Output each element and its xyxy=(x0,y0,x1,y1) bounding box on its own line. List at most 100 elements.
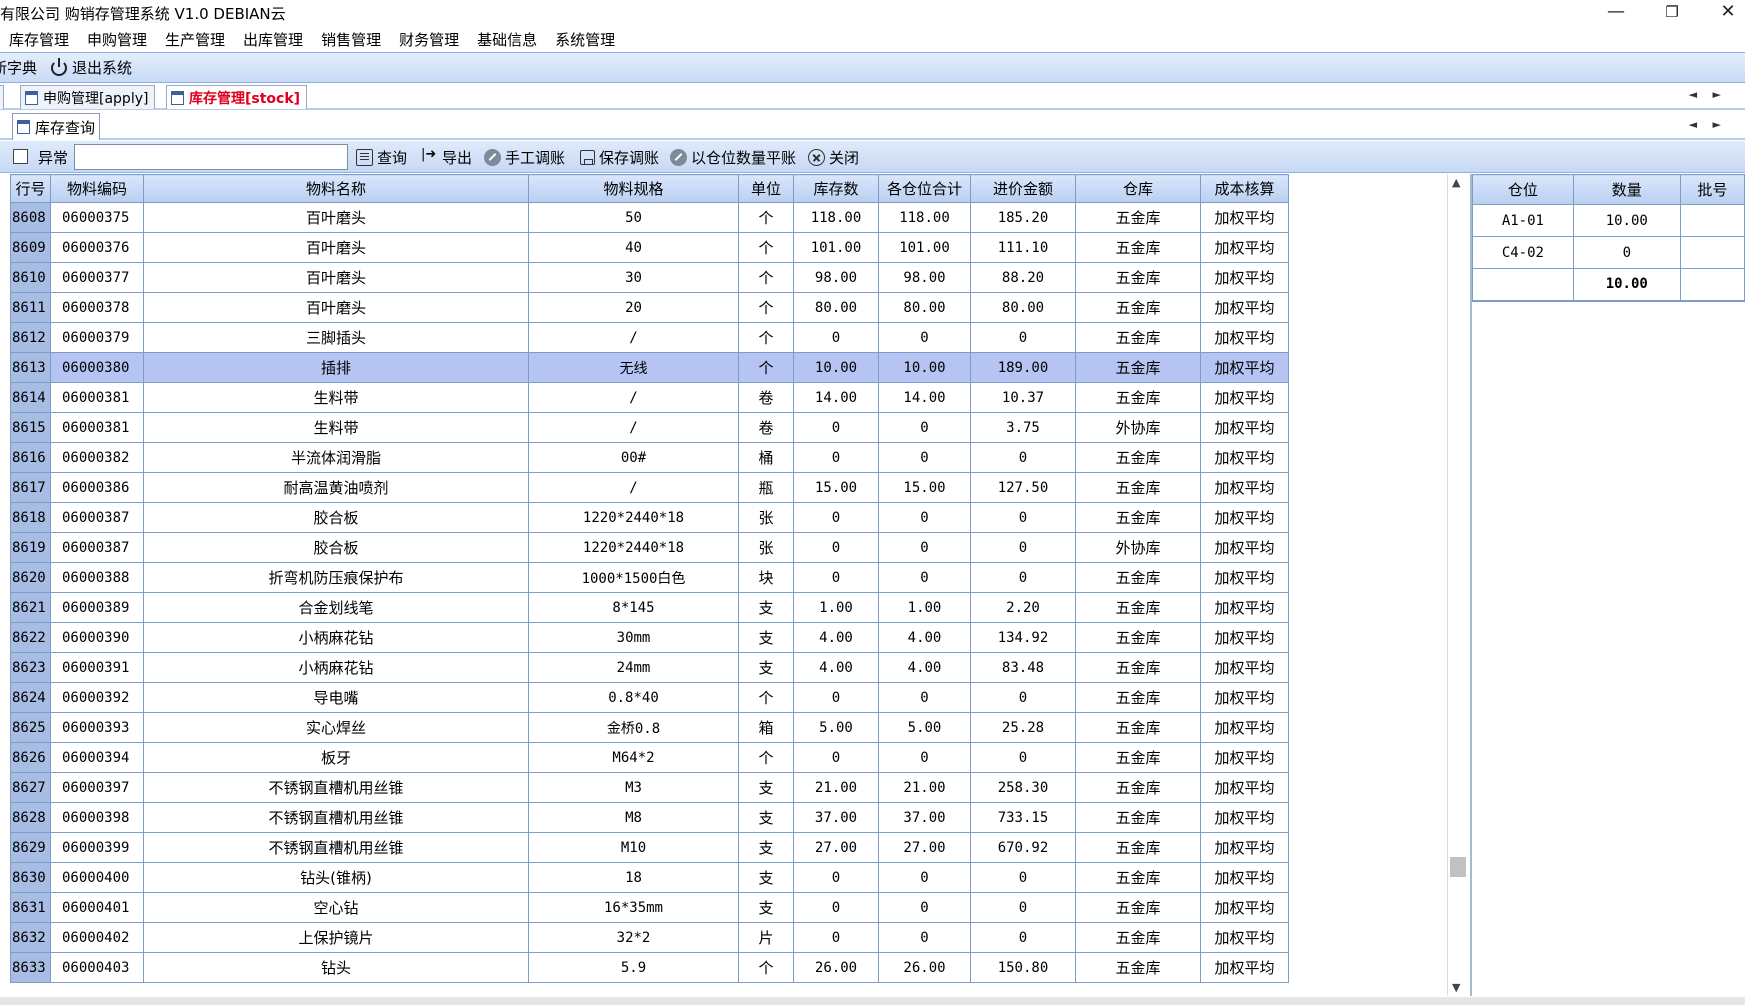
cost-method-cell[interactable]: 加权平均 xyxy=(1200,232,1289,263)
warehouse-cell[interactable]: 五金库 xyxy=(1075,652,1201,683)
unit-cell[interactable]: 支 xyxy=(738,862,794,893)
cost-method-cell[interactable]: 加权平均 xyxy=(1200,712,1289,743)
purchase-amount-cell[interactable]: 134.92 xyxy=(970,622,1076,653)
row-number-cell[interactable]: 8613 xyxy=(10,352,51,383)
material-spec-cell[interactable]: 无线 xyxy=(528,352,739,383)
material-code-cell[interactable]: 06000379 xyxy=(50,322,144,353)
stock-qty-cell[interactable]: 101.00 xyxy=(793,232,879,263)
location-total-cell[interactable]: 0 xyxy=(878,322,971,353)
stock-qty-cell[interactable]: 0 xyxy=(793,412,879,443)
unit-cell[interactable]: 个 xyxy=(738,742,794,773)
grid-vertical-scrollbar[interactable]: ▲ ▼ xyxy=(1447,174,1467,996)
material-name-cell[interactable]: 折弯机防压痕保护布 xyxy=(143,562,529,593)
batch-cell[interactable] xyxy=(1679,236,1746,269)
stock-qty-cell[interactable]: 0 xyxy=(793,682,879,713)
tab-apply[interactable]: 申购管理[apply] xyxy=(20,85,156,109)
material-name-cell[interactable]: 小柄麻花钻 xyxy=(143,652,529,683)
material-spec-cell[interactable]: 18 xyxy=(528,862,739,893)
material-spec-cell[interactable]: / xyxy=(528,472,739,503)
material-spec-cell[interactable]: 30mm xyxy=(528,622,739,653)
table-row[interactable]: 8609 06000376 百叶磨头 40 个 101.00 101.00 111.10 五金库… xyxy=(10,232,1289,263)
table-row[interactable]: 8617 06000386 耐高温黄油喷剂 / 瓶 15.00 15.00 127.50 五金库… xyxy=(10,472,1289,503)
stock-qty-cell[interactable]: 0 xyxy=(793,322,879,353)
stock-qty-cell[interactable]: 27.00 xyxy=(793,832,879,863)
table-row[interactable]: 8625 06000393 实心焊丝 金桥0.8 箱 5.00 5.00 25.28 五金库 加权… xyxy=(10,712,1289,743)
col-quantity[interactable]: 数量 xyxy=(1572,174,1681,205)
unit-cell[interactable]: 块 xyxy=(738,562,794,593)
material-code-cell[interactable]: 06000392 xyxy=(50,682,144,713)
unit-cell[interactable]: 张 xyxy=(738,532,794,563)
material-name-cell[interactable]: 不锈钢直槽机用丝锥 xyxy=(143,832,529,863)
material-name-cell[interactable]: 三脚插头 xyxy=(143,322,529,353)
table-row[interactable]: 8631 06000401 空心钻 16*35mm 支 0 0 0 五金库 加权平均 xyxy=(10,892,1289,923)
material-name-cell[interactable]: 插排 xyxy=(143,352,529,383)
row-number-cell[interactable]: 8629 xyxy=(10,832,51,863)
material-spec-cell[interactable]: 1000*1500白色 xyxy=(528,562,739,593)
table-row[interactable]: 8632 06000402 上保护镜片 32*2 片 0 0 0 五金库 加权平均 xyxy=(10,922,1289,953)
material-code-cell[interactable]: 06000391 xyxy=(50,652,144,683)
material-code-cell[interactable]: 06000378 xyxy=(50,292,144,323)
location-total-cell[interactable]: 101.00 xyxy=(878,232,971,263)
row-number-cell[interactable]: 8627 xyxy=(10,772,51,803)
cost-method-cell[interactable]: 加权平均 xyxy=(1200,442,1289,473)
col-material-code[interactable]: 物料编码 xyxy=(50,174,144,203)
material-name-cell[interactable]: 小柄麻花钻 xyxy=(143,622,529,653)
unit-cell[interactable]: 桶 xyxy=(738,442,794,473)
location-total-cell[interactable]: 0 xyxy=(878,532,971,563)
location-cell[interactable]: A1-01 xyxy=(1472,204,1574,237)
row-number-cell[interactable]: 8625 xyxy=(10,712,51,743)
purchase-amount-cell[interactable]: 127.50 xyxy=(970,472,1076,503)
purchase-amount-cell[interactable]: 83.48 xyxy=(970,652,1076,683)
material-code-cell[interactable]: 06000380 xyxy=(50,352,144,383)
material-code-cell[interactable]: 06000394 xyxy=(50,742,144,773)
warehouse-cell[interactable]: 五金库 xyxy=(1075,772,1201,803)
warehouse-cell[interactable]: 五金库 xyxy=(1075,232,1201,263)
table-row[interactable]: 8608 06000375 百叶磨头 50 个 118.00 118.00 185.20 五金库… xyxy=(10,202,1289,233)
unit-cell[interactable]: 卷 xyxy=(738,382,794,413)
warehouse-cell[interactable]: 五金库 xyxy=(1075,382,1201,413)
dictionary-button[interactable]: 新字典 xyxy=(0,57,37,78)
stock-qty-cell[interactable]: 1.00 xyxy=(793,592,879,623)
material-code-cell[interactable]: 06000382 xyxy=(50,442,144,473)
purchase-amount-cell[interactable]: 0 xyxy=(970,442,1076,473)
material-name-cell[interactable]: 耐高温黄油喷剂 xyxy=(143,472,529,503)
stock-qty-cell[interactable]: 118.00 xyxy=(793,202,879,233)
material-name-cell[interactable]: 半流体润滑脂 xyxy=(143,442,529,473)
warehouse-cell[interactable]: 五金库 xyxy=(1075,682,1201,713)
material-spec-cell[interactable]: 8*145 xyxy=(528,592,739,623)
material-name-cell[interactable]: 钻头(锥柄) xyxy=(143,862,529,893)
material-name-cell[interactable]: 胶合板 xyxy=(143,502,529,533)
purchase-amount-cell[interactable]: 0 xyxy=(970,502,1076,533)
material-name-cell[interactable]: 胶合板 xyxy=(143,532,529,563)
purchase-amount-cell[interactable]: 185.20 xyxy=(970,202,1076,233)
row-number-cell[interactable]: 8617 xyxy=(10,472,51,503)
location-total-cell[interactable]: 0 xyxy=(878,682,971,713)
warehouse-cell[interactable]: 五金库 xyxy=(1075,352,1201,383)
col-unit[interactable]: 单位 xyxy=(738,174,794,203)
cost-method-cell[interactable]: 加权平均 xyxy=(1200,682,1289,713)
location-total-cell[interactable]: 0 xyxy=(878,502,971,533)
stock-qty-cell[interactable]: 26.00 xyxy=(793,952,879,983)
row-number-cell[interactable]: 8624 xyxy=(10,682,51,713)
material-code-cell[interactable]: 06000399 xyxy=(50,832,144,863)
stock-qty-cell[interactable]: 0 xyxy=(793,502,879,533)
location-cell[interactable]: C4-02 xyxy=(1472,236,1574,269)
col-location-total[interactable]: 各仓位合计 xyxy=(878,174,971,203)
cost-method-cell[interactable]: 加权平均 xyxy=(1200,472,1289,503)
unit-cell[interactable]: 支 xyxy=(738,802,794,833)
location-total-cell[interactable]: 26.00 xyxy=(878,952,971,983)
cost-method-cell[interactable]: 加权平均 xyxy=(1200,832,1289,863)
purchase-amount-cell[interactable]: 88.20 xyxy=(970,262,1076,293)
cost-method-cell[interactable]: 加权平均 xyxy=(1200,562,1289,593)
row-number-cell[interactable]: 8621 xyxy=(10,592,51,623)
purchase-amount-cell[interactable]: 0 xyxy=(970,682,1076,713)
material-name-cell[interactable]: 实心焊丝 xyxy=(143,712,529,743)
close-query-button[interactable]: 关闭 xyxy=(808,147,859,168)
warehouse-cell[interactable]: 五金库 xyxy=(1075,922,1201,953)
save-adjust-button[interactable]: 保存调账 xyxy=(580,147,659,168)
material-name-cell[interactable]: 合金划线笔 xyxy=(143,592,529,623)
warehouse-cell[interactable]: 五金库 xyxy=(1075,952,1201,983)
stock-qty-cell[interactable]: 80.00 xyxy=(793,292,879,323)
cost-method-cell[interactable]: 加权平均 xyxy=(1200,952,1289,983)
location-total-cell[interactable]: 98.00 xyxy=(878,262,971,293)
